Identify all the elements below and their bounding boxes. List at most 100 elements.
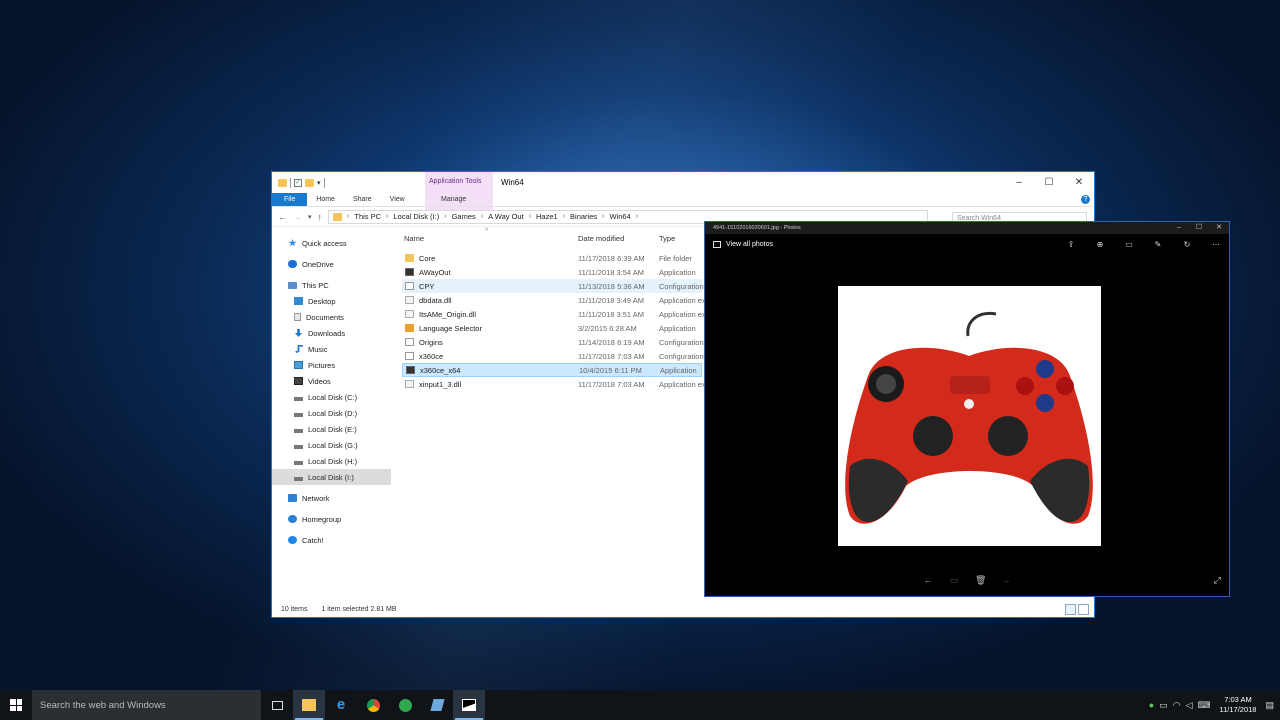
previous-arrow-icon[interactable]: ← <box>923 575 933 586</box>
tree-item-onedrive[interactable]: OneDrive <box>272 256 391 272</box>
start-button[interactable] <box>0 690 32 720</box>
file-row[interactable]: x360ce 11/17/2018 7:03 AM Configuration <box>402 349 704 363</box>
new-folder-icon[interactable] <box>305 178 314 187</box>
tree-item-this-pc[interactable]: This PC <box>272 277 391 293</box>
chevron-right-icon[interactable]: › <box>481 213 483 220</box>
chevron-right-icon[interactable]: › <box>444 213 446 220</box>
help-icon[interactable]: ? <box>1081 195 1090 204</box>
taskbar-chrome[interactable] <box>357 690 389 720</box>
file-row-selected[interactable]: x360ce_x64 10/4/2015 6:11 PM Application <box>402 363 702 377</box>
tab-file[interactable]: File <box>272 193 308 206</box>
file-row[interactable]: CPY 11/13/2018 5:36 AM Configuration <box>402 279 704 293</box>
file-row[interactable]: Origins 11/14/2018 6:19 AM Configuration <box>402 335 704 349</box>
photos-titlebar[interactable]: 4941-15102016020601.jpg - Photos – ☐ ✕ <box>705 222 1229 234</box>
tree-item-local-disk-g[interactable]: Local Disk (G:) <box>272 437 391 453</box>
wifi-icon[interactable]: ◠ <box>1173 700 1181 711</box>
quick-access-toolbar[interactable]: ✓ ▾ <box>278 177 325 188</box>
zoom-icon[interactable]: ⊕ <box>1093 240 1107 249</box>
minimize-button[interactable]: – <box>1169 222 1189 234</box>
close-button[interactable]: ✕ <box>1064 172 1094 193</box>
back-arrow-icon[interactable]: ← <box>278 212 287 222</box>
tree-item-downloads[interactable]: Downloads <box>272 325 391 341</box>
edit-icon[interactable]: ✎ <box>1151 240 1165 249</box>
chevron-right-icon[interactable]: › <box>563 213 565 220</box>
file-row[interactable]: AWayOut 11/11/2018 3:54 AM Application <box>402 265 702 279</box>
slideshow-icon[interactable]: ▭ <box>1122 240 1136 249</box>
minimize-button[interactable]: – <box>1004 172 1034 193</box>
breadcrumb-local-disk[interactable]: Local Disk (I:) <box>393 212 439 221</box>
tree-item-desktop[interactable]: Desktop <box>272 293 391 309</box>
chevron-right-icon[interactable]: › <box>386 213 388 220</box>
maximize-button[interactable]: ☐ <box>1189 222 1209 234</box>
tree-label: Pictures <box>308 360 336 370</box>
up-arrow-icon[interactable]: ↑ <box>318 212 323 222</box>
tree-item-local-disk-i[interactable]: Local Disk (I:) <box>272 469 391 485</box>
file-row[interactable]: ItsAMe_Origin.dll 11/11/2018 3:51 AM Appli… <box>402 307 705 321</box>
delete-icon[interactable]: 🗑 <box>975 575 986 586</box>
recent-locations-icon[interactable]: ▾ <box>308 213 312 221</box>
ime-icon[interactable]: ⌨ <box>1198 700 1211 711</box>
taskbar-search[interactable]: Search the web and Windows <box>32 690 261 720</box>
breadcrumb-games[interactable]: Games <box>452 212 476 221</box>
customize-dropdown-icon[interactable]: ▾ <box>317 179 321 187</box>
network-tray-icon[interactable]: ▭ <box>1159 700 1168 711</box>
tree-item-local-disk-h[interactable]: Local Disk (H:) <box>272 453 391 469</box>
taskbar-edge[interactable]: e <box>325 690 357 720</box>
taskbar-file-explorer[interactable] <box>293 690 325 720</box>
column-header-date[interactable]: Date modified <box>578 234 624 243</box>
chevron-right-icon[interactable]: › <box>529 213 531 220</box>
breadcrumb-haze1[interactable]: Haze1 <box>536 212 558 221</box>
clock[interactable]: 7:03 AM 11/17/2018 <box>1220 695 1257 715</box>
breadcrumb-this-pc[interactable]: This PC <box>354 212 381 221</box>
file-row[interactable]: dbdata.dll 11/11/2018 3:49 AM Application … <box>402 293 705 307</box>
file-row[interactable]: xinput1_3.dll 11/17/2018 7:03 AM Applicati… <box>402 377 705 391</box>
action-center-icon[interactable]: ▤ <box>1265 700 1274 711</box>
breadcrumb-binaries[interactable]: Binaries <box>570 212 597 221</box>
details-view-icon[interactable] <box>1065 604 1076 615</box>
photos-window[interactable]: 4941-15102016020601.jpg - Photos – ☐ ✕ V… <box>704 221 1230 597</box>
task-view-button[interactable] <box>261 690 293 720</box>
fullscreen-icon[interactable]: ⤢ <box>1214 575 1221 586</box>
rotate-icon[interactable]: ↻ <box>1180 240 1194 249</box>
taskbar-photos[interactable] <box>453 690 485 720</box>
tree-item-quick-access[interactable]: Quick access <box>272 235 391 251</box>
tree-item-local-disk-c[interactable]: Local Disk (C:) <box>272 389 391 405</box>
tab-manage[interactable]: Manage <box>432 193 475 207</box>
volume-icon[interactable]: ◁ <box>1186 700 1193 711</box>
file-row[interactable]: Core 11/17/2018 6:39 AM File folder <box>402 251 702 265</box>
large-icons-view-icon[interactable] <box>1078 604 1089 615</box>
maximize-button[interactable]: ☐ <box>1034 172 1064 193</box>
taskbar-app[interactable] <box>389 690 421 720</box>
tree-item-documents[interactable]: Documents <box>272 309 391 325</box>
tree-item-network[interactable]: Network <box>272 490 391 506</box>
forward-arrow-icon[interactable]: → <box>293 212 302 222</box>
tab-share[interactable]: Share <box>344 193 381 206</box>
tab-view[interactable]: View <box>381 193 414 206</box>
tab-home[interactable]: Home <box>307 193 344 206</box>
tree-item-videos[interactable]: Videos <box>272 373 391 389</box>
breadcrumb-win64[interactable]: Win64 <box>610 212 631 221</box>
breadcrumb-a-way-out[interactable]: A Way Out <box>488 212 524 221</box>
file-row[interactable]: Language Selector 3/2/2015 6:28 AM Applica… <box>402 321 702 335</box>
tree-item-music[interactable]: Music <box>272 341 391 357</box>
tree-item-pictures[interactable]: Pictures <box>272 357 391 373</box>
column-header-name[interactable]: Name <box>404 234 424 243</box>
next-arrow-icon[interactable]: → <box>1001 575 1011 586</box>
view-all-photos-button[interactable]: View all photos <box>713 241 773 248</box>
column-header-type[interactable]: Type <box>659 234 675 243</box>
taskbar-notepad[interactable] <box>421 690 453 720</box>
chevron-right-icon[interactable]: › <box>602 213 604 220</box>
tree-item-homegroup[interactable]: Homegroup <box>272 511 391 527</box>
close-button[interactable]: ✕ <box>1209 222 1229 234</box>
tree-item-local-disk-e[interactable]: Local Disk (E:) <box>272 421 391 437</box>
tree-item-catch[interactable]: Catch! <box>272 532 391 548</box>
tree-item-local-disk-d[interactable]: Local Disk (D:) <box>272 405 391 421</box>
explorer-titlebar[interactable]: ✓ ▾ Application Tools Win64 – ☐ ✕ <box>272 172 1094 210</box>
more-options-icon[interactable]: ⋯ <box>1209 240 1223 249</box>
properties-icon[interactable]: ✓ <box>294 178 302 187</box>
share-icon[interactable]: ⇪ <box>1064 240 1078 249</box>
chevron-right-icon[interactable]: › <box>636 213 638 220</box>
slideshow-icon[interactable]: ▭ <box>949 575 959 586</box>
tray-app-icon[interactable]: ● <box>1149 700 1154 710</box>
chevron-right-icon[interactable]: › <box>347 213 349 220</box>
